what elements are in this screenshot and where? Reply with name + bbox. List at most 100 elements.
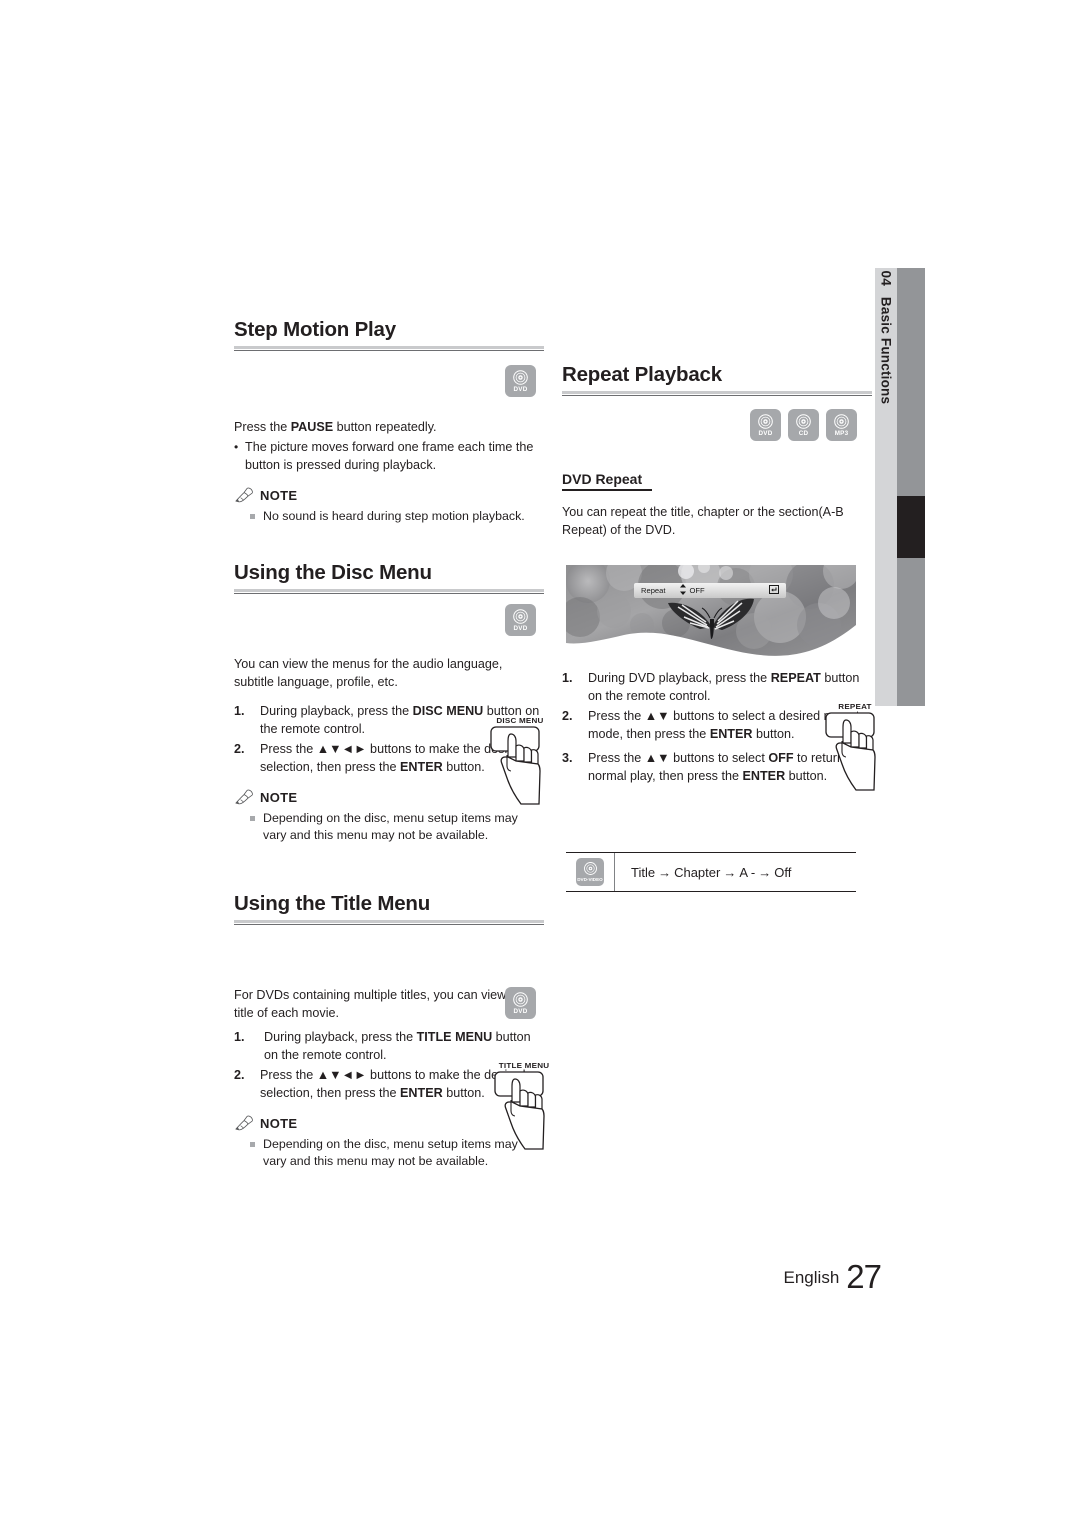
remote-button-label: TITLE MENU (498, 1061, 550, 1070)
butterfly-photo (566, 565, 856, 656)
media-badge-label: MP3 (834, 430, 849, 437)
note-square-bullet-icon (250, 810, 263, 844)
heading-rule (234, 920, 544, 923)
note-title: NOTE (260, 487, 298, 503)
remote-button-illustration-title-menu: TITLE MENU (487, 1061, 561, 1157)
step-text-part: During playback, press the (260, 704, 413, 718)
disc-icon (513, 609, 528, 624)
side-tab-dark-band (897, 268, 925, 706)
media-badges-title-menu: DVD (505, 987, 536, 1019)
side-tab-label: Basic Functions (878, 296, 894, 405)
step-text-keyword: ENTER (400, 760, 443, 774)
sequence-item-title: Title (631, 864, 656, 880)
note-square-bullet-icon (250, 508, 263, 525)
media-badge-dvd: DVD (505, 604, 536, 636)
step-item: 1. During playback, press the TITLE MENU… (234, 1028, 544, 1064)
heading-rule-dark (234, 593, 544, 594)
step-text-part: buttons to select (669, 751, 769, 765)
repeat-sequence-text: Title → Chapter → A - → Off (615, 865, 791, 880)
pencil-icon (234, 1115, 256, 1131)
media-badge-label: DVD (758, 430, 773, 437)
intro-paragraph: Press the PAUSE button repeatedly. (234, 418, 544, 436)
media-badges-disc-menu: DVD (505, 604, 536, 636)
side-tab-current-marker (897, 496, 925, 558)
disc-icon (758, 414, 773, 429)
media-badge-label: DVD (513, 1008, 528, 1015)
disc-icon (583, 862, 597, 875)
intro-paragraph: For DVDs containing multiple titles, you… (234, 988, 528, 1020)
step-text-keyword: TITLE MENU (416, 1030, 493, 1044)
step-text-part: Press the (588, 709, 645, 723)
step-number: 3. (562, 751, 573, 765)
up-down-caret-icon (679, 584, 686, 597)
section-heading: Using the Title Menu (234, 892, 431, 915)
disc-icon (513, 992, 528, 1007)
section-step-motion-play: Step Motion Play Press the PAUSE button … (234, 318, 544, 525)
side-tab-number: 04 (878, 270, 894, 286)
step-text-keyword: OFF (768, 751, 794, 765)
sequence-arrow-icon: → (758, 864, 772, 880)
heading-rule (234, 589, 544, 592)
media-badges-step-motion: DVD (505, 365, 536, 397)
intro-paragraph: You can repeat the title, chapter or the… (562, 505, 844, 537)
note-item: Depending on the disc, menu setup items … (234, 810, 544, 844)
disc-icon (796, 414, 811, 429)
disc-icon (834, 414, 849, 429)
remote-button-illustration-disc-menu: DISC MENU (483, 716, 557, 812)
note-heading: NOTE (234, 487, 544, 503)
repeat-sequence-box: DVD-VIDEO Title → Chapter → A - → Off (566, 852, 856, 892)
osd-repeat-bar: Repeat OFF (634, 583, 786, 598)
sequence-item-off: Off (774, 864, 792, 880)
intro-tail: button repeatedly. (333, 420, 437, 434)
step-item: 1. During DVD playback, press the REPEAT… (562, 669, 872, 705)
step-number: 2. (562, 709, 573, 723)
disc-icon (513, 370, 528, 385)
hand-pressing-button-icon (494, 1071, 545, 1150)
repeat-sequence-row: DVD-VIDEO Title → Chapter → A - → Off (566, 852, 856, 892)
step-text-part: During DVD playback, press the (588, 671, 771, 685)
step-number: 2. (234, 742, 245, 756)
note-item-text: No sound is heard during step motion pla… (263, 509, 525, 523)
subsection-rule (562, 489, 652, 491)
bullet-item: • The picture moves forward one frame ea… (234, 438, 544, 474)
note-block: NOTE No sound is heard during step motio… (234, 487, 544, 525)
media-badge-cd: CD (788, 409, 819, 441)
media-badge-label: DVD (513, 625, 528, 632)
arrow-buttons-glyph: ▲▼ (644, 709, 670, 723)
step-text-part: button. (442, 760, 485, 774)
step-number: 2. (234, 1068, 245, 1082)
step-text-keyword: ENTER (400, 1086, 443, 1100)
remote-button-label: DISC MENU (496, 716, 544, 725)
sequence-arrow-icon: → (723, 864, 737, 880)
remote-button-illustration-repeat: REPEAT (818, 702, 892, 798)
step-text-part: button. (442, 1086, 485, 1100)
step-text-part: Press the (588, 751, 645, 765)
page-footer: English 27 (0, 1258, 882, 1296)
pencil-icon (234, 487, 256, 503)
media-badge-label: CD (798, 430, 809, 437)
arrow-buttons-glyph: ▲▼◄► (316, 1068, 367, 1082)
media-badge-dvd-video: DVD-VIDEO (576, 858, 604, 886)
step-text-keyword: DISC MENU (412, 704, 484, 718)
step-text-keyword: REPEAT (770, 671, 821, 685)
section-heading: Step Motion Play (234, 318, 396, 341)
chapter-side-tab: 04 Basic Functions (875, 268, 925, 706)
sequence-media-badge-cell: DVD-VIDEO (566, 853, 615, 891)
intro-bold-keyword: PAUSE (290, 420, 334, 434)
manual-page: 04 Basic Functions Step Motion Play Press… (0, 0, 1080, 1527)
sequence-item-ab: A - (739, 864, 756, 880)
return-icon (769, 585, 779, 596)
step-number: 1. (562, 671, 573, 685)
note-item: No sound is heard during step motion pla… (234, 508, 544, 525)
osd-repeat-value: OFF (689, 586, 705, 595)
heading-rule (562, 391, 872, 394)
arrow-buttons-glyph: ▲▼ (644, 751, 670, 765)
media-badge-dvd: DVD (750, 409, 781, 441)
intro-lead: Press the (234, 420, 291, 434)
step-number: 1. (234, 1030, 245, 1044)
step-number: 1. (234, 704, 245, 718)
heading-rule (234, 346, 544, 349)
footer-page-number: 27 (846, 1258, 882, 1295)
osd-screenshot-figure: Repeat OFF (566, 565, 856, 673)
note-square-bullet-icon (250, 1136, 263, 1170)
